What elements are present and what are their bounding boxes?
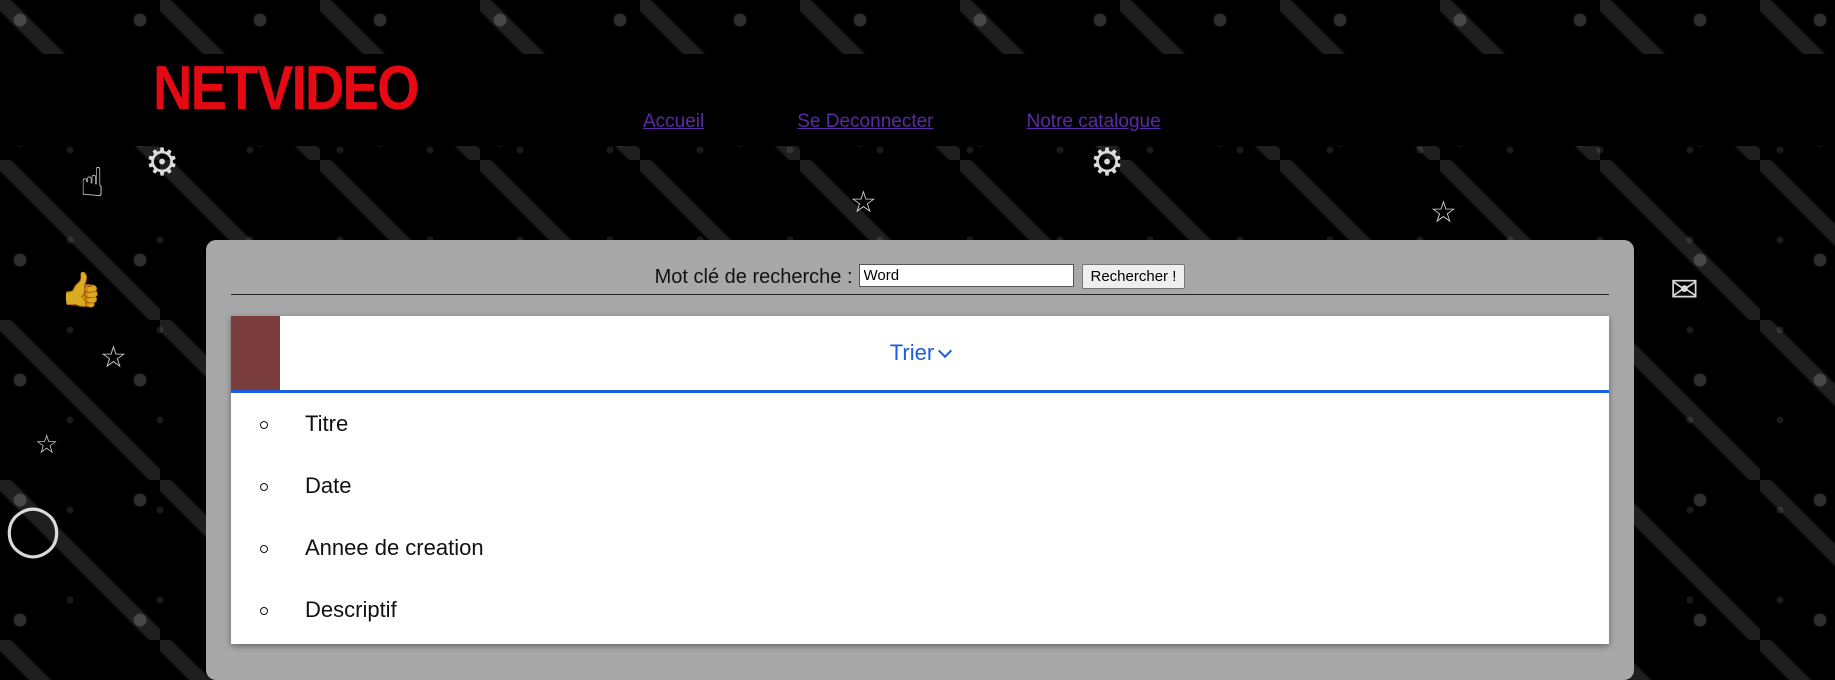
thumbs-up-icon: 👍 bbox=[60, 270, 103, 310]
sort-option-label: Titre bbox=[305, 411, 349, 436]
sort-option-label: Descriptif bbox=[305, 597, 397, 622]
sort-toggle[interactable]: Trier bbox=[231, 340, 1609, 366]
sort-options: Titre Date Annee de creation Descriptif bbox=[231, 393, 1609, 641]
search-button[interactable]: Rechercher ! bbox=[1081, 264, 1186, 289]
search-label: Mot clé de recherche : bbox=[654, 266, 853, 288]
chevron-down-icon bbox=[938, 343, 953, 359]
lightbulb-icon: ☝ bbox=[80, 160, 105, 206]
star-icon: ☆ bbox=[850, 185, 877, 220]
globe-icon: ◯ bbox=[5, 500, 61, 558]
sort-dropdown: Trier Titre Date Annee de creation Descr… bbox=[231, 316, 1609, 644]
star-icon: ☆ bbox=[100, 340, 127, 375]
sort-option-annee[interactable]: Annee de creation bbox=[231, 517, 1609, 579]
sort-title: Trier bbox=[889, 340, 935, 365]
gear-icon: ⚙ bbox=[145, 140, 180, 184]
sort-option-descriptif[interactable]: Descriptif bbox=[231, 579, 1609, 641]
nav-link-catalogue[interactable]: Notre catalogue bbox=[1027, 111, 1161, 133]
site-logo[interactable]: NETVIDEO bbox=[153, 58, 420, 120]
bullet-icon bbox=[260, 421, 268, 429]
main-nav: Accueil Se Deconnecter Notre catalogue bbox=[643, 111, 1254, 133]
nav-link-deconnecter[interactable]: Se Deconnecter bbox=[797, 111, 933, 133]
search-input[interactable] bbox=[858, 264, 1074, 287]
header: NETVIDEO Accueil Se Deconnecter Notre ca… bbox=[0, 54, 1835, 146]
sort-dropdown-header[interactable]: Trier bbox=[231, 316, 1609, 393]
star-icon: ☆ bbox=[1430, 195, 1457, 230]
content-panel: Mot clé de recherche : Rechercher ! Trie… bbox=[206, 240, 1634, 680]
sort-option-date[interactable]: Date bbox=[231, 455, 1609, 517]
sort-option-titre[interactable]: Titre bbox=[231, 393, 1609, 455]
sort-option-label: Date bbox=[305, 473, 352, 498]
envelope-icon: ✉ bbox=[1670, 270, 1699, 310]
gear-icon: ⚙ bbox=[1090, 140, 1125, 184]
star-icon: ☆ bbox=[35, 430, 59, 460]
bullet-icon bbox=[260, 483, 268, 491]
bullet-icon bbox=[260, 545, 268, 553]
nav-link-accueil[interactable]: Accueil bbox=[643, 111, 704, 133]
bullet-icon bbox=[260, 607, 268, 615]
search-form: Mot clé de recherche : Rechercher ! bbox=[231, 264, 1609, 295]
sort-option-label: Annee de creation bbox=[305, 535, 484, 560]
